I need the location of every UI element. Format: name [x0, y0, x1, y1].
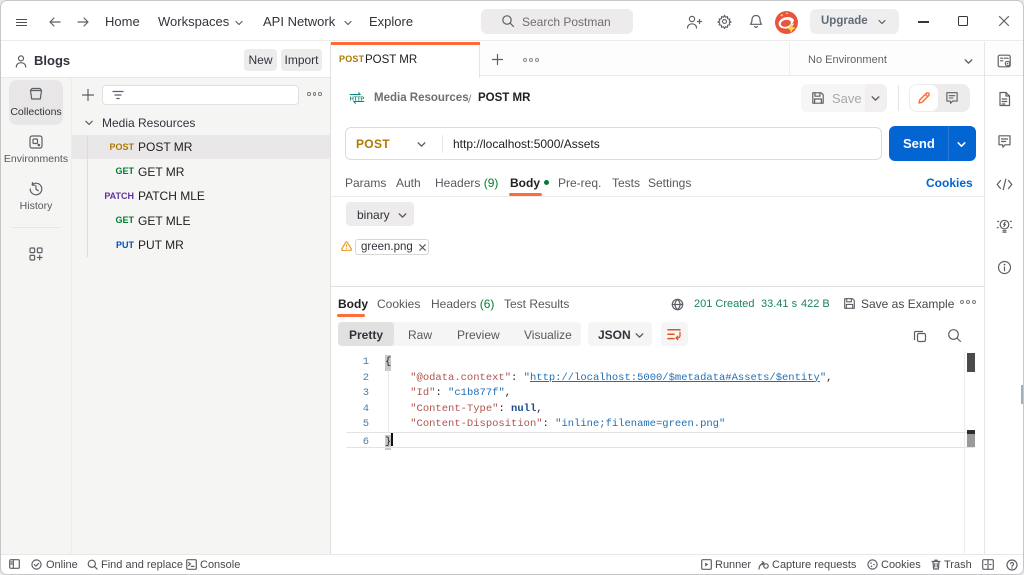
svg-text:HTTP: HTTP: [350, 96, 365, 102]
